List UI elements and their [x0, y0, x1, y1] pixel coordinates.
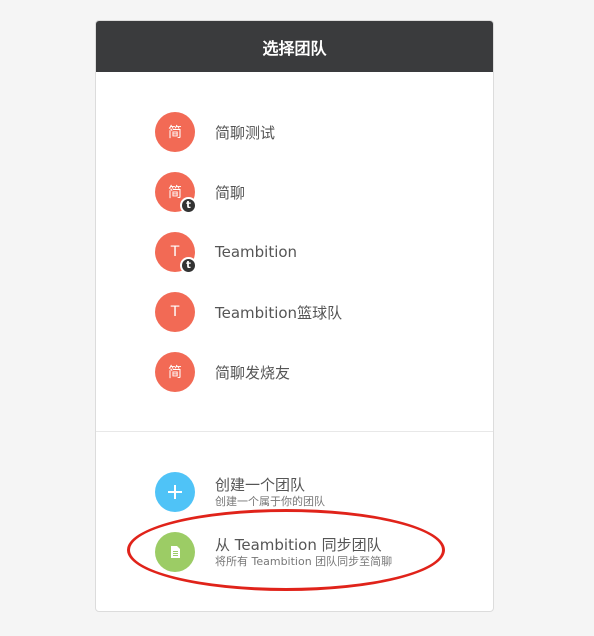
plus-icon: [155, 472, 195, 512]
team-item-2[interactable]: T t Teambition: [155, 232, 298, 274]
sync-teambition-button[interactable]: 从 Teambition 同步团队 将所有 Teambition 团队同步至简聊: [155, 532, 392, 572]
create-team-text: 创建一个团队 创建一个属于你的团队: [215, 476, 325, 509]
team-avatar: 简: [155, 112, 195, 152]
create-team-title: 创建一个团队: [215, 475, 306, 494]
team-avatar: T t: [155, 232, 197, 274]
create-team-subtitle: 创建一个属于你的团队: [215, 494, 325, 508]
page-title: 选择团队: [96, 21, 493, 72]
team-avatar-letter: T: [170, 244, 180, 260]
team-item-1[interactable]: 简 t 简聊: [155, 172, 246, 214]
team-name: Teambition篮球队: [215, 303, 343, 322]
team-item-4[interactable]: 简 简聊发烧友: [155, 352, 290, 392]
divider: [96, 431, 493, 432]
team-avatar-letter: T: [170, 304, 180, 320]
team-item-3[interactable]: T Teambition篮球队: [155, 292, 342, 332]
team-name: 简聊发烧友: [215, 363, 291, 382]
create-team-button[interactable]: 创建一个团队 创建一个属于你的团队: [155, 472, 325, 512]
team-avatar-letter: 简: [168, 365, 182, 381]
team-name: 简聊测试: [215, 123, 276, 142]
team-name: Teambition: [215, 243, 298, 261]
sync-team-subtitle: 将所有 Teambition 团队同步至简聊: [215, 554, 393, 568]
team-avatar: T: [155, 292, 195, 332]
team-name: 简聊: [215, 183, 246, 202]
team-avatar: 简 t: [155, 172, 197, 214]
sync-team-title: 从 Teambition 同步团队: [215, 535, 382, 554]
team-item-0[interactable]: 简 简聊测试: [155, 112, 275, 152]
team-avatar-letter: 简: [168, 185, 182, 201]
team-select-panel: 选择团队 简 简聊测试 简 t 简聊 T t Teambition T Team…: [95, 20, 494, 612]
team-avatar: 简: [155, 352, 195, 392]
teambition-badge-icon: t: [180, 257, 197, 274]
teambition-badge-icon: t: [180, 197, 197, 214]
team-avatar-letter: 简: [168, 125, 182, 141]
sync-team-text: 从 Teambition 同步团队 将所有 Teambition 团队同步至简聊: [215, 536, 392, 569]
document-icon: [155, 532, 195, 572]
